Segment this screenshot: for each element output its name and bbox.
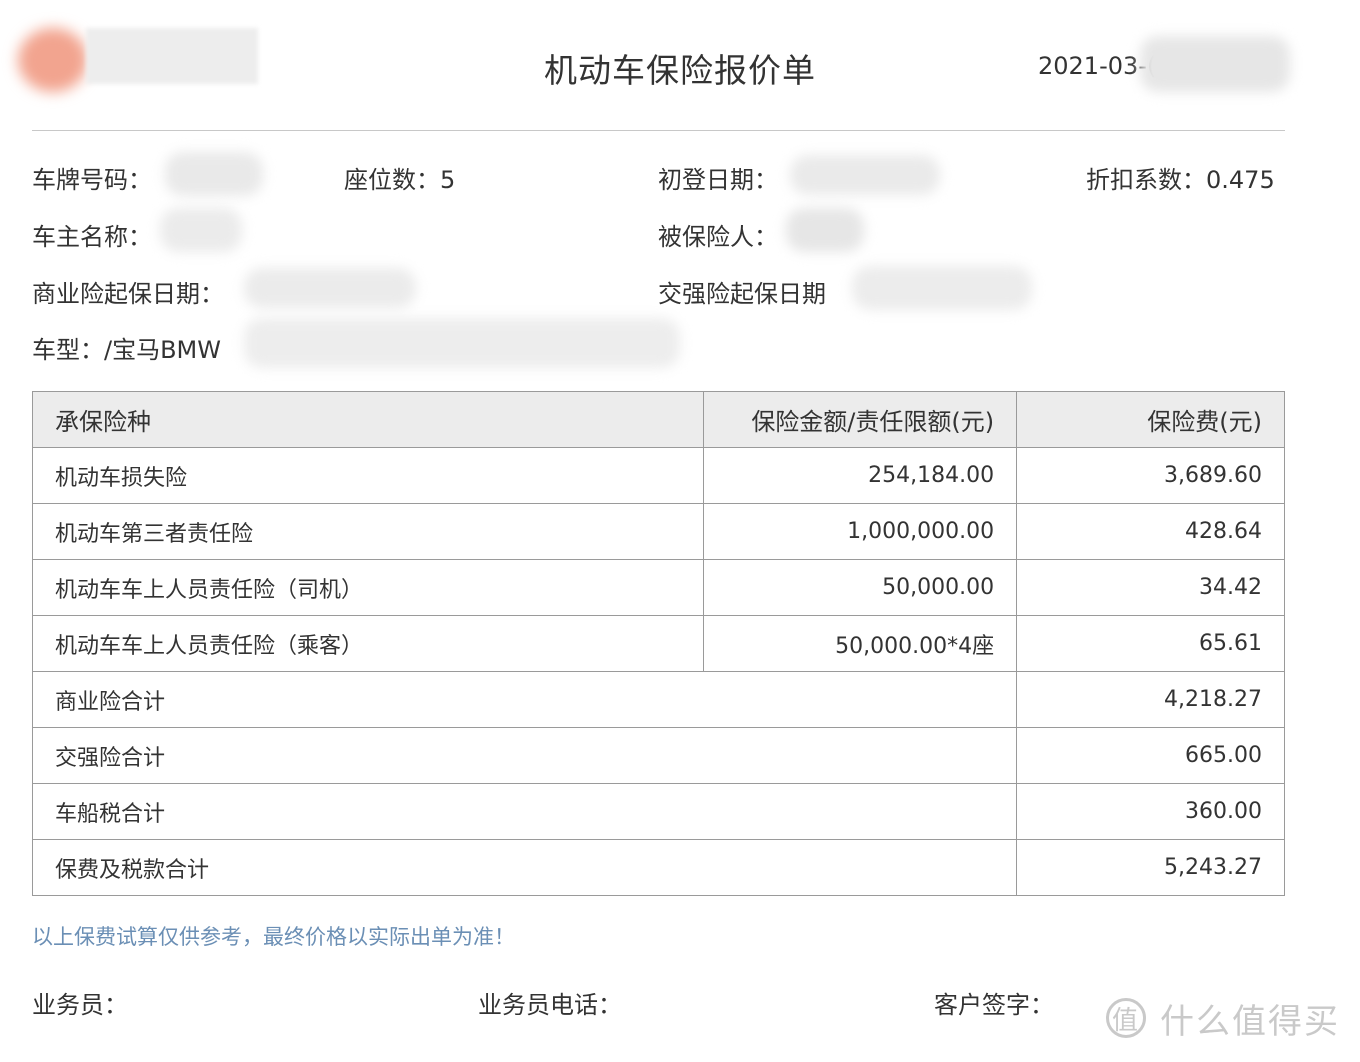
disclaimer-note: 以上保费试算仅供参考，最终价格以实际出单为准！ (32, 925, 515, 949)
discount-label: 折扣系数： (1086, 166, 1206, 194)
insured-redaction (786, 208, 864, 252)
commercial-start-field: 商业险起保日期： (32, 274, 224, 309)
table-row: 机动车车上人员责任险（乘客） 50,000.00*4座 65.61 (31, 615, 1285, 672)
total-value-cell: 5,243.27 (1016, 839, 1285, 896)
insured-amount-cell: 1,000,000.00 (703, 503, 1018, 560)
total-label-cell: 商业险合计 (31, 671, 1018, 728)
seats-label: 座位数： (344, 166, 440, 194)
first-registration-label: 初登日期： (658, 166, 778, 194)
insured-amount-cell: 50,000.00*4座 (703, 615, 1018, 672)
insured-amount-cell: 50,000.00 (703, 559, 1018, 616)
first-registration-field: 初登日期： (658, 160, 778, 195)
coverage-type-cell: 机动车第三者责任险 (31, 503, 705, 560)
plate-number-redaction (165, 152, 263, 196)
seats-field: 座位数：5 (344, 160, 455, 195)
discount-value: 0.475 (1206, 166, 1275, 194)
total-label-cell: 车船税合计 (31, 783, 1018, 840)
first-registration-redaction (790, 155, 940, 195)
total-value-cell: 4,218.27 (1016, 671, 1285, 728)
premium-cell: 65.61 (1016, 615, 1285, 672)
date-redaction (1140, 36, 1290, 92)
compulsory-start-label: 交强险起保日期 (658, 280, 826, 308)
owner-label: 车主名称： (32, 223, 152, 251)
discount-field: 折扣系数：0.475 (1086, 160, 1275, 195)
total-row: 商业险合计 4,218.27 (31, 671, 1285, 728)
insurance-quote-table: 承保险种 保险金额/责任限额(元) 保险费(元) 机动车损失险 254,184.… (31, 391, 1285, 896)
compulsory-start-redaction (852, 266, 1032, 310)
total-value-cell: 360.00 (1016, 783, 1285, 840)
table-row: 机动车第三者责任险 1,000,000.00 428.64 (31, 503, 1285, 560)
total-row: 车船税合计 360.00 (31, 783, 1285, 840)
agent-phone-label: 业务员电话： (478, 991, 622, 1019)
commercial-start-redaction (244, 268, 416, 308)
owner-redaction (160, 208, 242, 252)
vehicle-model-field: 车型：/宝马BMW (32, 330, 221, 365)
seats-value: 5 (440, 166, 456, 194)
plate-number-field: 车牌号码： (32, 160, 152, 195)
total-label-cell: 保费及税款合计 (31, 839, 1018, 896)
table-row: 机动车车上人员责任险（司机） 50,000.00 34.42 (31, 559, 1285, 616)
customer-signature-label: 客户签字： (934, 991, 1054, 1019)
coverage-type-cell: 机动车车上人员责任险（乘客） (31, 615, 705, 672)
coverage-type-cell: 机动车损失险 (31, 447, 705, 504)
vehicle-model-redaction (244, 318, 680, 368)
premium-cell: 3,689.60 (1016, 447, 1285, 504)
header-insured-amount: 保险金额/责任限额(元) (703, 391, 1018, 448)
insured-field: 被保险人： (658, 217, 778, 252)
coverage-type-cell: 机动车车上人员责任险（司机） (31, 559, 705, 616)
quote-date: 2021-03-( (1038, 52, 1157, 80)
total-label-cell: 交强险合计 (31, 727, 1018, 784)
commercial-start-label: 商业险起保日期： (32, 280, 224, 308)
header-premium: 保险费(元) (1016, 391, 1285, 448)
header-coverage-type: 承保险种 (31, 391, 705, 448)
vehicle-model-value: /宝马BMW (104, 336, 221, 364)
vehicle-model-label: 车型： (32, 336, 104, 364)
watermark-text: 什么值得买 (1160, 1002, 1340, 1042)
premium-cell: 34.42 (1016, 559, 1285, 616)
agent-label: 业务员： (32, 991, 128, 1019)
header-divider (32, 130, 1285, 131)
plate-number-label: 车牌号码： (32, 166, 152, 194)
premium-cell: 428.64 (1016, 503, 1285, 560)
total-row: 保费及税款合计 5,243.27 (31, 839, 1285, 896)
owner-field: 车主名称： (32, 217, 152, 252)
table-header-row: 承保险种 保险金额/责任限额(元) 保险费(元) (31, 391, 1285, 448)
table-row: 机动车损失险 254,184.00 3,689.60 (31, 447, 1285, 504)
total-value-cell: 665.00 (1016, 727, 1285, 784)
insured-label: 被保险人： (658, 223, 778, 251)
total-row: 交强险合计 665.00 (31, 727, 1285, 784)
compulsory-start-field: 交强险起保日期 (658, 274, 826, 309)
watermark-icon-glyph: 值 (1112, 1006, 1139, 1036)
insured-amount-cell: 254,184.00 (703, 447, 1018, 504)
